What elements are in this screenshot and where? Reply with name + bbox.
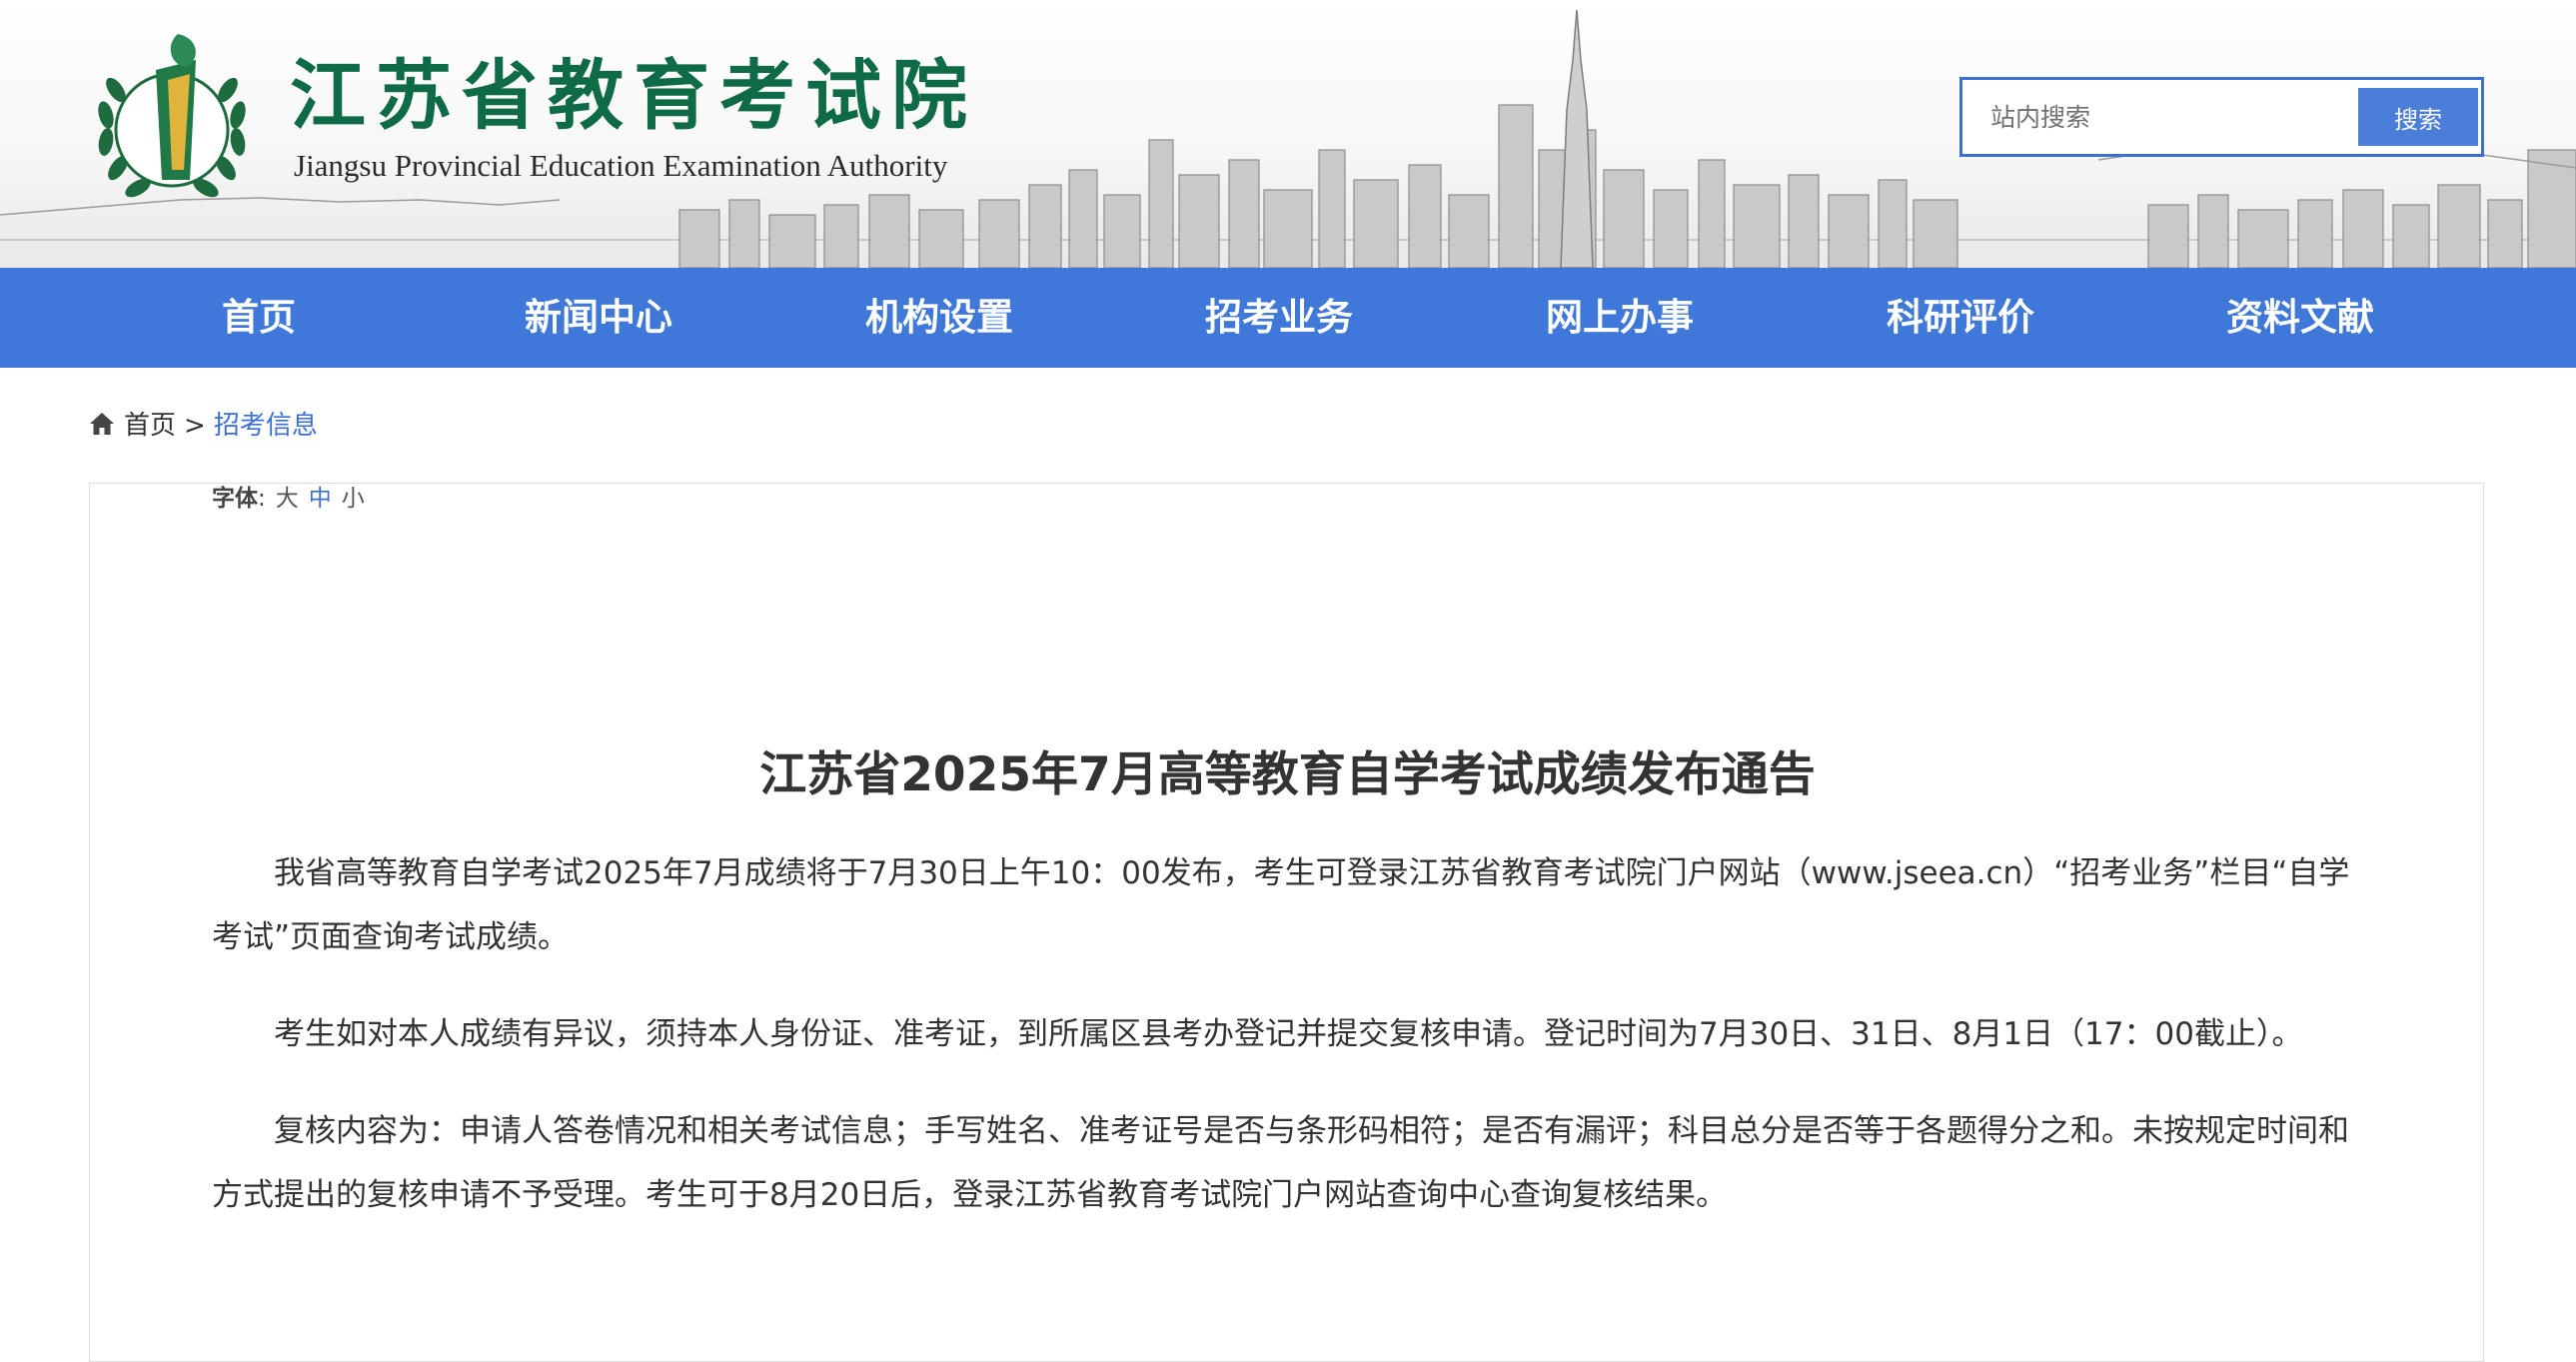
breadcrumb-home[interactable]: 首页 [124,411,176,441]
search-box: 搜索 [1959,77,2484,157]
site-header: 江苏省教育考试院 Jiangsu Provincial Education Ex… [0,0,2576,268]
main-nav: 首页 新闻中心 机构设置 招考业务 网上办事 科研评价 资料文献 [0,268,2576,368]
nav-item-admissions[interactable]: 招考业务 [1159,268,1399,368]
font-size-colon: : [258,486,266,512]
breadcrumb: 首页 > 招考信息 [88,404,318,448]
nav-item-home[interactable]: 首页 [139,268,379,368]
article-panel: 字体: 大中小 江苏省2025年7月高等教育自学考试成绩发布通告 我省高等教育自学… [89,483,2484,1362]
font-size-medium[interactable]: 中 [309,486,332,512]
font-size-selector: 字体: 大中小 [212,484,375,514]
search-input[interactable] [1962,80,2354,154]
nav-item-online-services[interactable]: 网上办事 [1500,268,1740,368]
breadcrumb-separator: > [184,411,206,441]
font-size-small[interactable]: 小 [342,486,365,512]
search-button[interactable]: 搜索 [2358,88,2478,146]
article-paragraph: 复核内容为：申请人答卷情况和相关考试信息；手写姓名、准考证号是否与条形码相符；是… [212,1113,2349,1213]
nav-item-research[interactable]: 科研评价 [1841,268,2080,368]
font-size-large[interactable]: 大 [276,486,299,512]
nav-item-documents[interactable]: 资料文献 [2180,268,2420,368]
article-title: 江苏省2025年7月高等教育自学考试成绩发布通告 [759,747,1816,802]
article-paragraph: 考生如对本人成绩有异议，须持本人身份证、准考证，到所属区县考办登记并提交复核申请… [274,1016,2303,1052]
site-title-en: Jiangsu Provincial Education Examination… [294,148,948,183]
breadcrumb-current[interactable]: 招考信息 [214,411,318,441]
nav-item-organization[interactable]: 机构设置 [819,268,1059,368]
site-title-cn: 江苏省教育考试院 [290,51,977,140]
article-paragraph: 我省高等教育自学考试2025年7月成绩将于7月30日上午10：00发布，考生可登… [212,855,2350,955]
jseea-laurel-logo-icon [98,34,246,198]
font-size-label: 字体 [212,486,258,512]
nav-item-news-center[interactable]: 新闻中心 [479,268,718,368]
home-icon[interactable] [88,410,116,438]
article-body: 我省高等教育自学考试2025年7月成绩将于7月30日上午10：00发布，考生可登… [212,841,2360,1260]
